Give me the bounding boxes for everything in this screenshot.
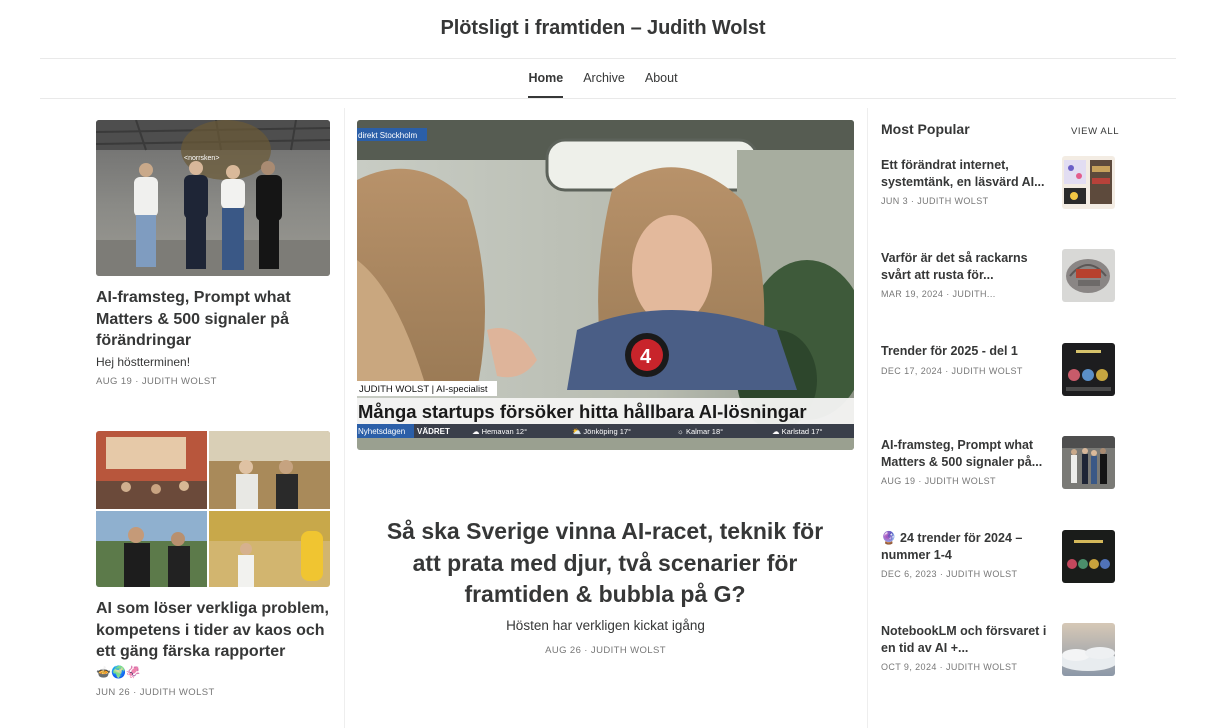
popular-item-meta: AUG 19 · JUDITH WOLST (881, 476, 996, 486)
popular-item-title[interactable]: Ett förändrat internet, systemtänk, en l… (881, 157, 1053, 191)
tv-ticker-label: Nyhetsdagen (358, 427, 405, 436)
hero-post-subtitle: Hösten har verkligen kickat igång (506, 618, 705, 633)
popular-item-meta: DEC 17, 2024 · JUDITH WOLST (881, 366, 1023, 376)
post-subtitle-emojis: 🍲🌍🦑 (96, 665, 141, 679)
header-divider-bottom (40, 98, 1176, 99)
tv-ticker-item: ⛅ Jönköping 17° (572, 427, 631, 436)
post-subtitle: Hej höstterminen! (96, 355, 191, 369)
popular-item-title[interactable]: Varför är det så rackarns svårt att rust… (881, 250, 1053, 284)
post-title[interactable]: AI som löser verkliga problem, kompetens… (96, 598, 330, 663)
nav-about-link[interactable]: About (645, 71, 678, 98)
popular-item-title[interactable]: 🔮 24 trender för 2024 – nummer 1-4 (881, 530, 1053, 564)
most-popular-heading: Most Popular (881, 121, 970, 137)
popular-item-meta: MAR 19, 2024 · JUDITH... (881, 289, 996, 299)
popular-item-thumbnail[interactable] (1062, 343, 1115, 396)
popular-item-title[interactable]: NotebookLM och försvaret i en tid av AI … (881, 623, 1053, 657)
site-title[interactable]: Plötsligt i framtiden – Judith Wolst (0, 17, 1206, 40)
popular-item-thumbnail[interactable] (1062, 436, 1115, 489)
main-nav: Home Archive About (0, 71, 1206, 98)
hero-post-title[interactable]: Så ska Sverige vinna AI-racet, teknik fö… (378, 516, 832, 611)
post-thumbnail-norrsken[interactable]: <norrsken> (96, 120, 330, 276)
hero-post-meta: AUG 26 · JUDITH WOLST (545, 645, 666, 656)
post-thumbnail-collage[interactable] (96, 431, 330, 587)
popular-item-meta: JUN 3 · JUDITH WOLST (881, 196, 989, 206)
popular-item-thumbnail[interactable] (1062, 623, 1115, 676)
nav-home-link[interactable]: Home (528, 71, 563, 98)
column-divider-right (867, 108, 868, 728)
popular-item-thumbnail[interactable] (1062, 249, 1115, 302)
popular-item-thumbnail[interactable] (1062, 530, 1115, 583)
post-title[interactable]: AI-framsteg, Prompt what Matters & 500 s… (96, 287, 330, 352)
post-meta: JUN 26 · JUDITH WOLST (96, 687, 215, 698)
popular-item-meta: DEC 6, 2023 · JUDITH WOLST (881, 569, 1018, 579)
tv-ticker-item: ☼ Kalmar 18° (677, 427, 723, 436)
tv4-logo: 4 (640, 346, 652, 368)
popular-item-thumbnail[interactable] (1062, 156, 1115, 209)
tv-ticker-item: ☁ Hemavan 12° (472, 427, 527, 436)
tv-name-label: JUDITH WOLST | AI-specialist (359, 384, 488, 395)
view-all-link[interactable]: VIEW ALL (1071, 126, 1119, 137)
popular-item-meta: OCT 9, 2024 · JUDITH WOLST (881, 662, 1018, 672)
nav-archive-link[interactable]: Archive (583, 71, 625, 98)
popular-item-title[interactable]: AI-framsteg, Prompt what Matters & 500 s… (881, 437, 1053, 471)
column-divider-left (344, 108, 345, 728)
tv-live-tag: direkt Stockholm (358, 131, 417, 140)
tv-headline: Många startups försöker hitta hållbara A… (358, 401, 807, 422)
header-divider-top (40, 58, 1176, 59)
popular-item-title[interactable]: Trender för 2025 - del 1 (881, 343, 1053, 360)
tv-ticker-weather: VÄDRET (417, 427, 450, 436)
hero-image[interactable]: 4 JUDITH WOLST | AI-specialist Många sta… (357, 120, 854, 450)
post-meta: AUG 19 · JUDITH WOLST (96, 376, 217, 387)
tv-ticker-item: ☁ Karlstad 17° (772, 427, 823, 436)
norrsken-sign-text: <norrsken> (184, 155, 219, 162)
